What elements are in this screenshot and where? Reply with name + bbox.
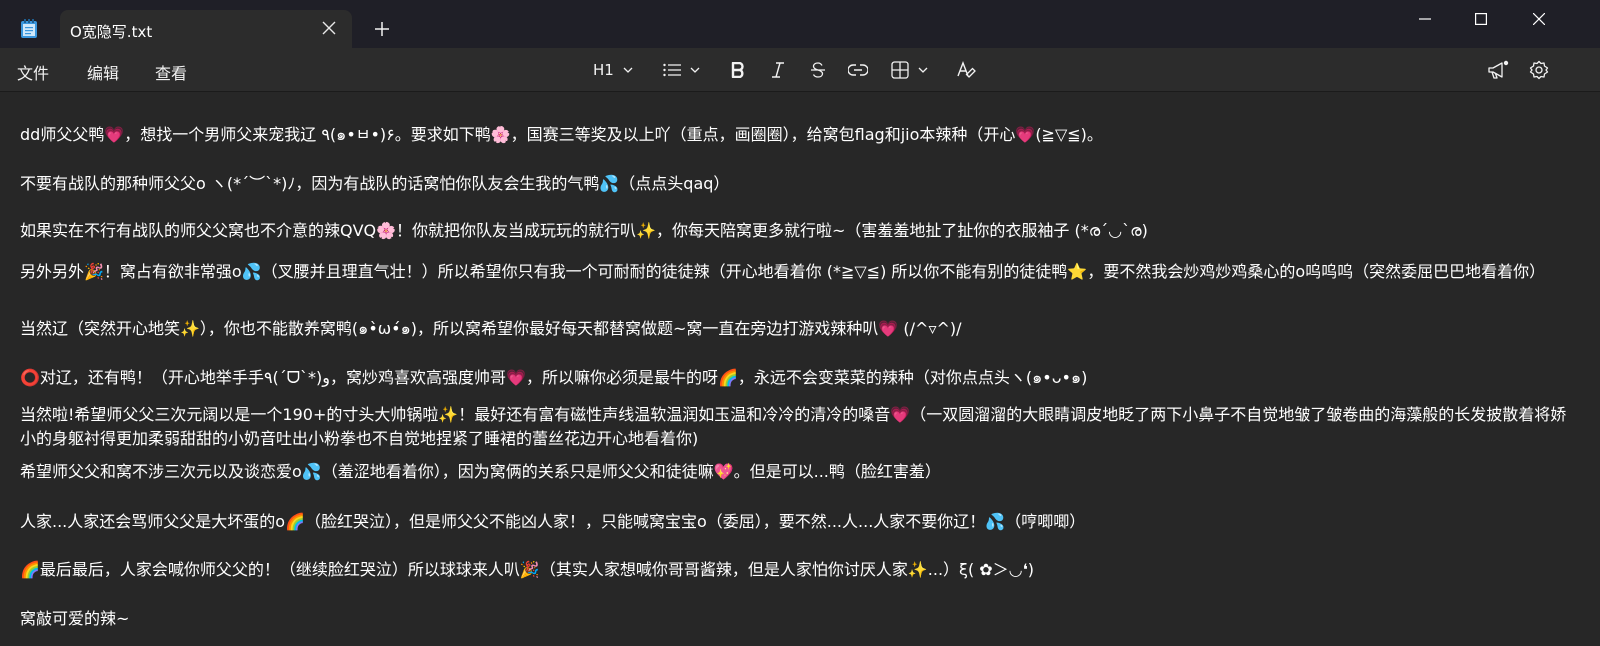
minimize-icon [1419, 18, 1431, 20]
clear-formatting-button[interactable] [957, 58, 977, 82]
document-tab[interactable]: O宽隐写.txt [60, 10, 352, 48]
italic-button[interactable] [771, 58, 785, 82]
italic-icon [772, 62, 784, 78]
text-line: ⭕对辽，还有鸭！（开心地举手手٩(´ᗜ`*)و，窝炒鸡喜欢高强度帅哥💗，所以嘛你… [20, 368, 1088, 387]
tab-title: O宽隐写.txt [70, 23, 153, 41]
minimize-button[interactable] [1402, 4, 1448, 34]
chevron-down-icon [623, 67, 633, 73]
bold-icon [731, 62, 744, 78]
bold-button[interactable] [731, 58, 745, 82]
settings-button[interactable] [1529, 58, 1549, 82]
text-line: 当然啦!希望师父父三次元阔以是一个190+的寸头大帅锅啦✨！最好还有富有磁性声线… [20, 405, 1567, 448]
chevron-down-icon [690, 67, 700, 73]
plus-icon[interactable] [374, 21, 390, 37]
link-icon [848, 64, 868, 76]
text-line: 另外另外🎉！窝占有欲非常强o💦（叉腰并且理直气壮！）所以希望你只有我一个可耐耐的… [20, 262, 1546, 281]
gear-icon [1529, 60, 1549, 80]
maximize-button[interactable] [1458, 4, 1504, 34]
table-dropdown[interactable] [891, 58, 928, 82]
toolbar: 文件 编辑 查看 H1 [0, 48, 1600, 92]
chevron-down-icon [918, 67, 928, 73]
feedback-button[interactable] [1487, 58, 1509, 82]
megaphone-icon [1488, 60, 1509, 79]
menu-edit[interactable]: 编辑 [87, 60, 119, 84]
title-bar: O宽隐写.txt [0, 0, 1600, 48]
maximize-icon [1475, 13, 1487, 25]
text-line: 窝敲可爱的辣~ [20, 609, 130, 628]
menu-view[interactable]: 查看 [155, 60, 187, 84]
text-line: 不要有战队的那种师父父o ヽ(*´︶`*)ﾉ，因为有战队的话窝怕你队友会生我的气… [20, 174, 730, 193]
text-line: 当然辽（突然开心地笑✨），你也不能散养窝鸭(๑•̀ω•́๑)，所以窝希望你最好每… [20, 319, 962, 338]
heading-dropdown[interactable]: H1 [593, 58, 633, 82]
text-editor[interactable]: dd师父父鸭💗，想找一个男师父来宠我辽 ٩(๑•ㅂ•)۶。要求如下鸭🌸，国赛三等… [0, 93, 1600, 646]
menu-file[interactable]: 文件 [17, 60, 49, 84]
strikethrough-icon [811, 62, 825, 78]
text-line: 如果实在不行有战队的师父父窝也不介意的辣QVQ🌸！你就把你队友当成玩玩的就行叭✨… [20, 221, 1148, 240]
list-dropdown[interactable] [663, 58, 700, 82]
clear-formatting-icon [957, 61, 976, 78]
text-line: 🌈最后最后，人家会喊你师父父的！（继续脸红哭泣）所以球球来人叭🎉（其实人家想喊你… [20, 560, 1035, 579]
text-line: dd师父父鸭💗，想找一个男师父来宠我辽 ٩(๑•ㅂ•)۶。要求如下鸭🌸，国赛三等… [20, 125, 1103, 144]
link-button[interactable] [848, 58, 868, 82]
heading-label: H1 [593, 61, 614, 79]
close-icon [1533, 13, 1545, 25]
notepad-icon [21, 19, 37, 38]
close-window-button[interactable] [1516, 4, 1562, 34]
text-line: 希望师父父和窝不涉三次元以及谈恋爱o💦（羞涩地看着你），因为窝俩的关系只是师父父… [20, 462, 941, 481]
strikethrough-button[interactable] [810, 58, 826, 82]
close-icon[interactable] [320, 19, 338, 37]
bulleted-list-icon [663, 63, 681, 77]
table-icon [891, 61, 909, 79]
text-line: 人家...人家还会骂师父父是大坏蛋的o🌈（脸红哭泣），但是师父父不能凶人家！，只… [20, 512, 1086, 531]
